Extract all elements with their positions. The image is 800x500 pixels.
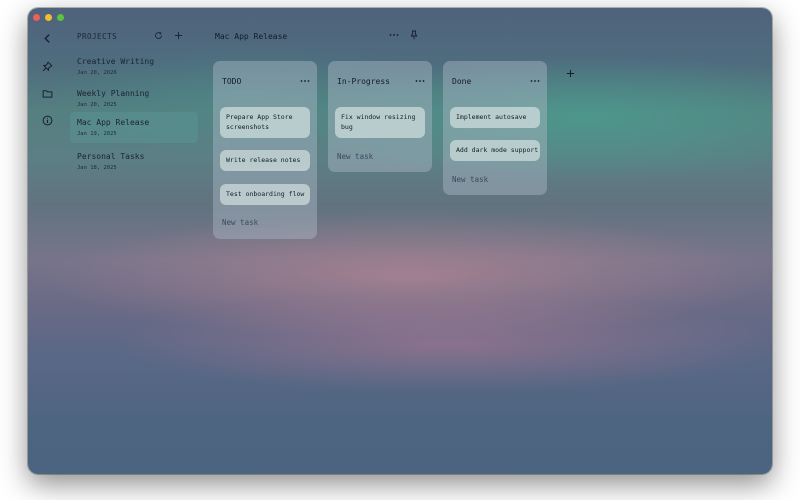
- new-task-input[interactable]: New task: [337, 152, 373, 161]
- task-card-label: Write release notes: [226, 156, 301, 164]
- task-card[interactable]: Test onboarding flow: [220, 184, 310, 205]
- sidebar-item-mac-app-release[interactable]: Mac App Release Jan 19, 2025: [70, 112, 198, 143]
- project-name: Creative Writing: [77, 57, 155, 66]
- sidebar-item-creative-writing[interactable]: Creative Writing Jan 20, 2026: [70, 53, 198, 83]
- column-title: Done: [452, 77, 472, 86]
- folder-icon[interactable]: [40, 86, 54, 100]
- new-task-input[interactable]: New task: [452, 175, 488, 184]
- refresh-icon[interactable]: [152, 29, 164, 41]
- info-icon[interactable]: [40, 113, 54, 127]
- app-window: PROJECTS Creative Writing Jan 20, 2026 W…: [28, 8, 772, 474]
- sidebar-header: PROJECTS: [77, 32, 118, 41]
- column-more-icon[interactable]: [528, 75, 542, 87]
- task-card-label: Implement autosave: [456, 113, 527, 121]
- column-in-progress: In-Progress Fix window resizing bug New …: [328, 61, 432, 172]
- column-more-icon[interactable]: [413, 75, 427, 87]
- column-more-icon[interactable]: [298, 75, 312, 87]
- sidebar-item-personal-tasks[interactable]: Personal Tasks Jan 18, 2025: [70, 148, 198, 178]
- project-date: Jan 20, 2026: [77, 70, 117, 76]
- close-window-button[interactable]: [33, 14, 40, 21]
- new-task-input[interactable]: New task: [222, 218, 258, 227]
- column-done: Done Implement autosave Add dark mode su…: [443, 61, 547, 195]
- task-card[interactable]: Prepare App Store screenshots: [220, 107, 310, 138]
- task-card-label: Add dark mode support: [456, 146, 539, 154]
- task-card-label: Fix window resizing bug: [341, 113, 416, 131]
- pin-board-icon[interactable]: [408, 29, 420, 41]
- column-title: In-Progress: [337, 77, 390, 86]
- project-name: Personal Tasks: [77, 152, 145, 161]
- project-date: Jan 18, 2025: [77, 165, 117, 171]
- minimize-window-button[interactable]: [45, 14, 52, 21]
- column-title: TODO: [222, 77, 242, 86]
- add-column-button[interactable]: [564, 67, 576, 79]
- column-todo: TODO Prepare App Store screenshots Write…: [213, 61, 317, 239]
- project-date: Jan 20, 2025: [77, 102, 117, 108]
- task-card[interactable]: Fix window resizing bug: [335, 107, 425, 138]
- add-project-button[interactable]: [172, 29, 184, 41]
- task-card[interactable]: Write release notes: [220, 150, 310, 171]
- zoom-window-button[interactable]: [57, 14, 64, 21]
- task-card[interactable]: Implement autosave: [450, 107, 540, 128]
- task-card-label: Test onboarding flow: [226, 190, 305, 198]
- window-controls: [33, 14, 64, 21]
- task-card[interactable]: Add dark mode support: [450, 140, 540, 161]
- chevron-left-icon[interactable]: [40, 31, 54, 45]
- board-more-icon[interactable]: [388, 29, 400, 41]
- sidebar-item-weekly-planning[interactable]: Weekly Planning Jan 20, 2025: [70, 85, 198, 115]
- pin-icon[interactable]: [40, 59, 54, 73]
- task-card-label: Prepare App Store screenshots: [226, 113, 293, 131]
- board-title: Mac App Release: [215, 32, 288, 41]
- project-name: Weekly Planning: [77, 89, 150, 98]
- project-name: Mac App Release: [77, 118, 150, 127]
- project-date: Jan 19, 2025: [77, 131, 117, 137]
